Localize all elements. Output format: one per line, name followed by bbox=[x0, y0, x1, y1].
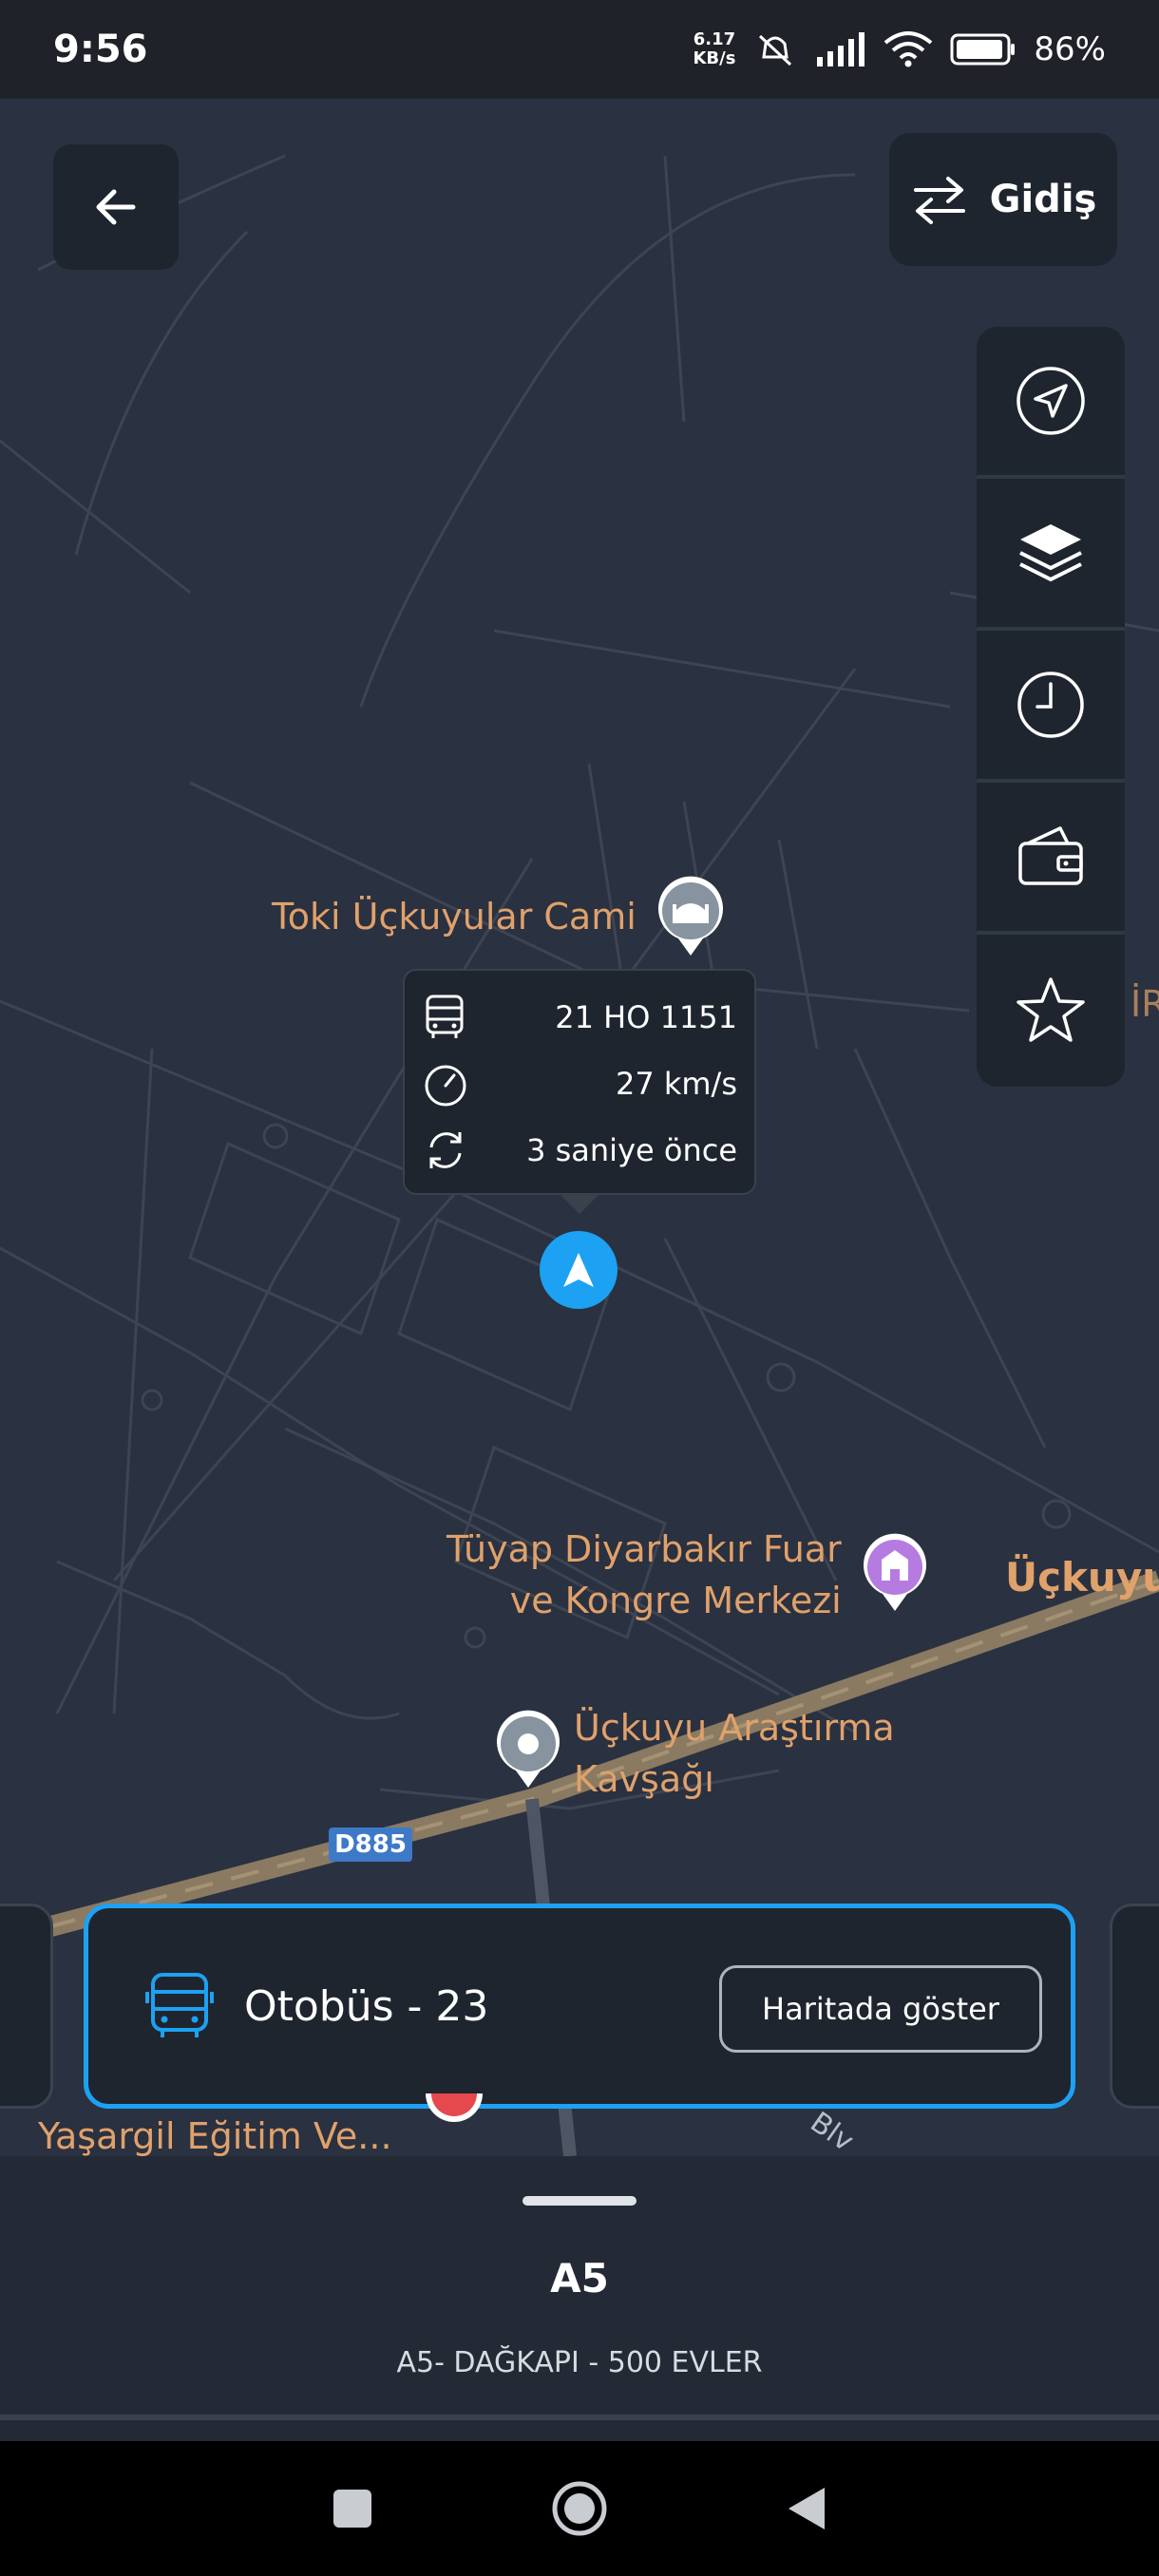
popup-plate-row: 21 HO 1151 bbox=[422, 984, 737, 1051]
vehicle-info-popup: 21 HO 1151 27 km/s 3 saniye önce bbox=[403, 969, 756, 1214]
swap-arrows-icon bbox=[913, 177, 965, 224]
status-bar: 9:56 6.17 KB/s 86% bbox=[0, 0, 1159, 99]
signal-icon bbox=[817, 32, 865, 66]
vehicle-plate: 21 HO 1151 bbox=[555, 999, 737, 1035]
network-speed-value: 6.17 bbox=[693, 29, 736, 49]
poi-label-junction-line2: Kavşağı bbox=[574, 1758, 714, 1800]
vehicle-speed: 27 km/s bbox=[615, 1066, 737, 1102]
wallet-icon bbox=[1018, 826, 1083, 885]
speedometer-icon bbox=[425, 1065, 466, 1107]
network-speed-unit: KB/s bbox=[693, 48, 736, 68]
poi-label-junction-line1: Üçkuyu Araştırma bbox=[574, 1707, 895, 1749]
bus-icon bbox=[426, 994, 464, 1038]
wallet-button[interactable] bbox=[977, 783, 1125, 935]
route-bottom-sheet[interactable]: A5 A5- DAĞKAPI - 500 EVLER bbox=[0, 2156, 1159, 2441]
road-shield-d885: D885 bbox=[329, 1828, 412, 1862]
poi-label-school: Yaşargil Eğitim Ve... bbox=[38, 2115, 392, 2156]
edge-label-fragment: İR bbox=[1130, 983, 1159, 1025]
vehicle-card[interactable]: Otobüs - 23 Haritada göster bbox=[84, 1904, 1075, 2109]
poi-label-mosque: Toki Üçkuyular Cami bbox=[272, 896, 636, 938]
layers-button[interactable] bbox=[977, 479, 1125, 631]
bus-location-marker[interactable] bbox=[540, 1231, 618, 1309]
navigation-arrow-icon bbox=[563, 1253, 594, 1287]
poi-label-junction: Üçkuyu Araştırma Kavşağı bbox=[574, 1702, 895, 1805]
vehicle-updated: 3 saniye önce bbox=[526, 1132, 737, 1168]
battery-icon bbox=[950, 33, 1016, 66]
popup-pointer bbox=[559, 1193, 600, 1214]
vehicle-title: Otobüs - 23 bbox=[244, 1981, 489, 2031]
next-vehicle-card[interactable] bbox=[1110, 1904, 1159, 2109]
popup-updated-row: 3 saniye önce bbox=[422, 1117, 737, 1184]
network-speed: 6.17 KB/s bbox=[693, 30, 735, 68]
status-time: 9:56 bbox=[53, 28, 148, 71]
layers-icon bbox=[1019, 524, 1082, 582]
bus-icon bbox=[145, 1973, 214, 2037]
location-pin-icon[interactable] bbox=[494, 1710, 562, 1790]
mosque-pin-icon[interactable] bbox=[656, 876, 726, 957]
poi-label-fair-line2: ve Kongre Merkezi bbox=[509, 1580, 842, 1621]
wifi-icon bbox=[884, 31, 933, 67]
refresh-icon bbox=[429, 1132, 462, 1168]
back-triangle-icon[interactable] bbox=[785, 2484, 828, 2533]
previous-vehicle-card[interactable] bbox=[0, 1904, 53, 2109]
direction-toggle-button[interactable]: Gidiş bbox=[889, 133, 1117, 266]
system-nav-bar bbox=[0, 2441, 1159, 2576]
poi-label-fair: Tüyap Diyarbakır Fuar ve Kongre Merkezi bbox=[446, 1524, 842, 1626]
star-icon bbox=[1016, 977, 1085, 1042]
home-icon[interactable] bbox=[551, 2480, 608, 2537]
arrow-left-icon bbox=[96, 189, 136, 225]
map-view[interactable]: Gidiş İR Toki Üçkuyular Cami 21 HO 1151 … bbox=[0, 99, 1159, 2156]
recents-icon[interactable] bbox=[331, 2487, 374, 2530]
show-on-map-button[interactable]: Haritada göster bbox=[719, 1965, 1042, 2053]
route-code: A5 bbox=[550, 2255, 609, 2301]
sheet-drag-handle[interactable] bbox=[522, 2196, 636, 2206]
status-icons: 6.17 KB/s 86% bbox=[693, 30, 1106, 69]
schedule-button[interactable] bbox=[977, 631, 1125, 783]
district-label: Üçkuyu bbox=[1005, 1554, 1159, 1601]
mute-icon bbox=[759, 34, 792, 66]
battery-percent: 86% bbox=[1034, 30, 1106, 68]
favorites-button[interactable] bbox=[977, 935, 1125, 1087]
route-name: A5- DAĞKAPI - 500 EVLER bbox=[396, 2346, 763, 2379]
school-pin-icon[interactable] bbox=[424, 2093, 484, 2149]
navigation-arrow-icon bbox=[1016, 367, 1085, 435]
map-tools-panel bbox=[977, 327, 1125, 1087]
direction-label: Gidiş bbox=[989, 178, 1097, 221]
popup-speed-row: 27 km/s bbox=[422, 1051, 737, 1117]
locate-button[interactable] bbox=[977, 327, 1125, 479]
sheet-divider bbox=[0, 2415, 1159, 2420]
back-button[interactable] bbox=[53, 144, 179, 270]
poi-label-fair-line1: Tüyap Diyarbakır Fuar bbox=[446, 1528, 842, 1570]
clock-icon bbox=[1017, 672, 1084, 738]
landmark-pin-icon[interactable] bbox=[861, 1533, 929, 1613]
